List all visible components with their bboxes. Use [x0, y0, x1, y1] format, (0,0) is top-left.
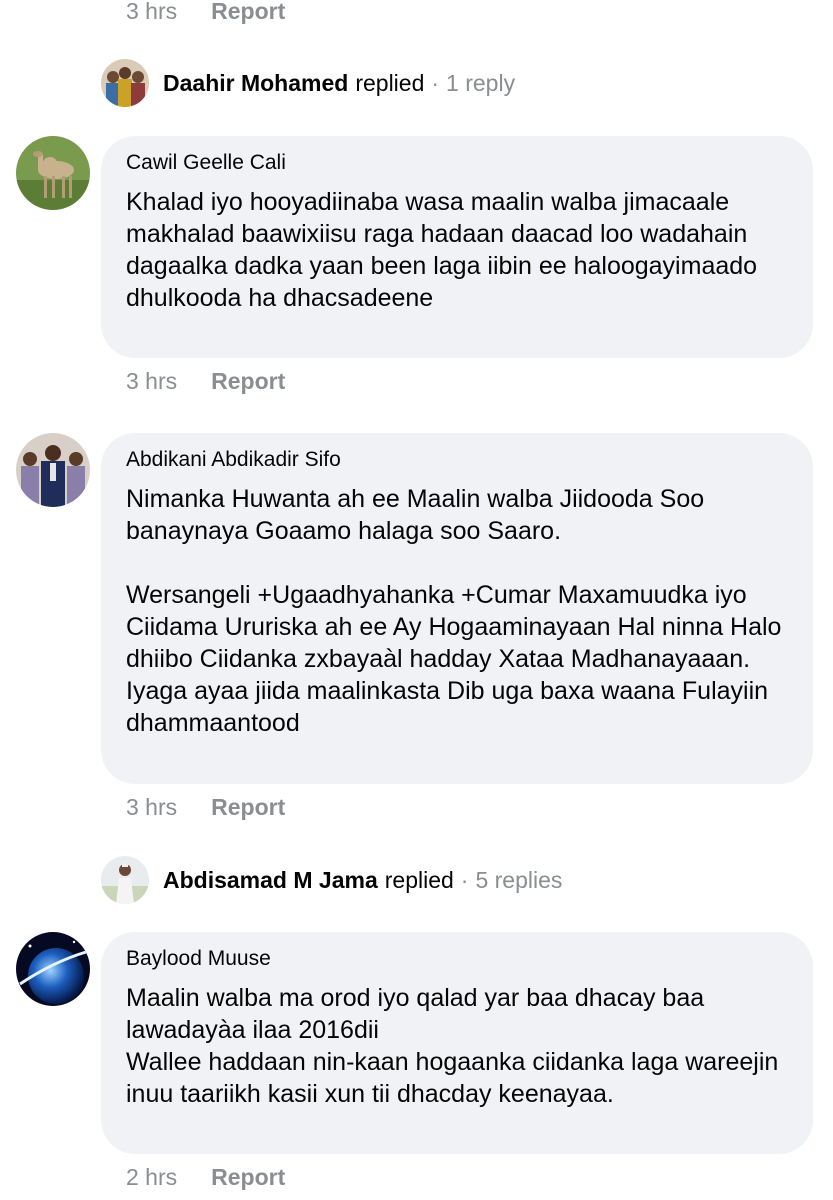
comment-bubble: Baylood Muuse Maalin walba ma orod iyo q…	[101, 932, 813, 1154]
person-photo-avatar	[101, 856, 149, 904]
reply-count[interactable]: 5 replies	[475, 867, 562, 894]
comment-author[interactable]: Baylood Muuse	[126, 946, 793, 972]
view-replies-row[interactable]: Daahir Mohamed replied · 1 reply	[101, 58, 515, 108]
reply-author-name[interactable]: Abdisamad M Jama	[163, 867, 378, 894]
camel-photo-avatar[interactable]	[16, 136, 90, 210]
comment-bubble: Cawil Geelle Cali Khalad iyo hooyadiinab…	[101, 136, 813, 358]
comment-text: Khalad iyo hooyadiinaba wasa maalin walb…	[126, 188, 758, 312]
comment-meta-top: 3 hrs Report	[126, 0, 285, 26]
comment-time: 3 hrs	[126, 0, 178, 24]
separator-dot: ·	[460, 866, 469, 893]
comment-time: 2 hrs	[126, 1163, 178, 1190]
comment-meta: 2 hrs Report	[126, 1162, 285, 1192]
comment-author[interactable]: Cawil Geelle Cali	[126, 150, 793, 176]
view-replies-row[interactable]: Abdisamad M Jama replied · 5 replies	[101, 855, 562, 905]
group-photo-avatar	[101, 59, 149, 107]
reply-author-name[interactable]: Daahir Mohamed	[163, 70, 348, 97]
comment-text: Nimanka Huwanta ah ee Maalin walba Jiido…	[126, 485, 782, 737]
planet-photo-avatar[interactable]	[16, 932, 90, 1006]
comment-bubble: Abdikani Abdikadir Sifo Nimanka Huwanta …	[101, 433, 813, 784]
report-link[interactable]: Report	[211, 0, 285, 25]
suited-men-photo-avatar[interactable]	[16, 433, 90, 507]
reply-verb: replied	[384, 866, 454, 893]
comment-meta: 3 hrs Report	[126, 366, 285, 396]
separator-dot: ·	[431, 69, 440, 96]
comment-time: 3 hrs	[126, 367, 178, 394]
reply-verb: replied	[355, 69, 425, 96]
reply-count[interactable]: 1 reply	[446, 70, 515, 97]
comment-time: 3 hrs	[126, 793, 178, 820]
report-link[interactable]: Report	[211, 1164, 285, 1191]
report-link[interactable]: Report	[211, 794, 285, 821]
comment-meta: 3 hrs Report	[126, 792, 285, 822]
report-link[interactable]: Report	[211, 368, 285, 395]
comment-author[interactable]: Abdikani Abdikadir Sifo	[126, 447, 793, 473]
comment-text: Maalin walba ma orod iyo qalad yar baa d…	[126, 984, 779, 1108]
